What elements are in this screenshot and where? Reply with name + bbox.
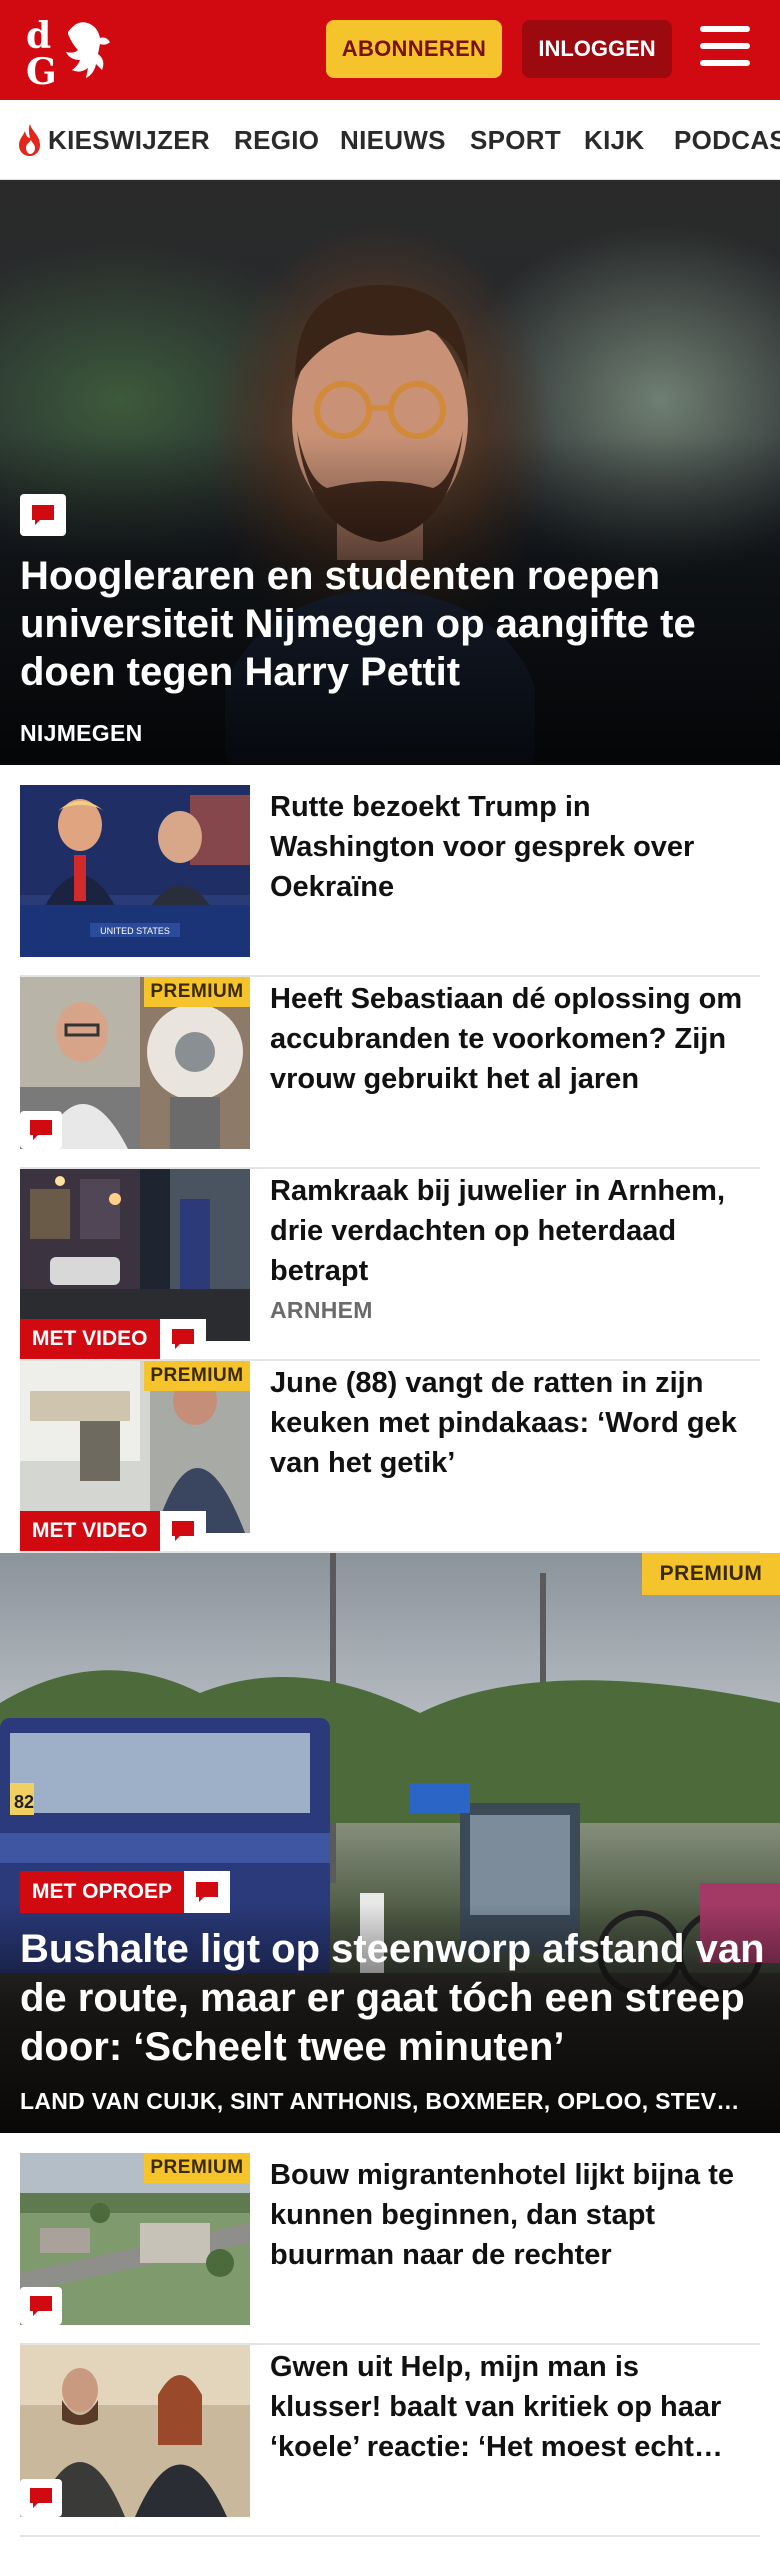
article-thumbnail: UNITED STATES [20, 785, 250, 957]
oproep-badge: MET OPROEP [20, 1871, 231, 1913]
article-headline[interactable]: Gwen uit Help, mijn man is klusser! baal… [270, 2347, 750, 2467]
comment-icon [159, 1319, 206, 1359]
nav-item-nieuws[interactable]: NIEUWS [340, 100, 446, 179]
article-headline[interactable]: June (88) vangt de ratten in zijn keuken… [270, 1363, 750, 1483]
logo-mark-icon: d G [26, 15, 110, 93]
comment-icon [184, 1871, 231, 1913]
svg-text:G: G [26, 51, 57, 88]
list-item[interactable]: Gwen uit Help, mijn man is klusser! baal… [20, 2345, 760, 2537]
video-label: MET VIDEO [20, 1319, 160, 1359]
feature-article[interactable]: 82 PREMIUM MET OPROEP Bushalte ligt op s… [0, 1553, 780, 2133]
article-headline[interactable]: Rutte bezoekt Trump in Washington voor g… [270, 787, 750, 907]
flame-icon [19, 124, 40, 156]
nav-item-kijk[interactable]: KIJK [584, 100, 644, 179]
logo[interactable]: d G [24, 12, 120, 93]
premium-badge: PREMIUM [144, 1361, 250, 1391]
comment-icon [159, 1511, 206, 1551]
list-item[interactable]: PREMIUM Bouw migrantenhotel lijkt bijna … [20, 2153, 760, 2345]
list-item[interactable]: MET VIDEO Ramkraak bij juwelier in Arnhe… [20, 1169, 760, 1361]
nav-item-podcast[interactable]: PODCAS [674, 100, 780, 179]
article-headline[interactable]: Bouw migrantenhotel lijkt bijna te kunne… [270, 2155, 750, 2275]
main-nav: KIESWIJZER REGIO NIEUWS SPORT KIJK PODCA… [0, 100, 780, 180]
premium-badge: PREMIUM [144, 977, 250, 1007]
nav-label: KIESWIJZER [48, 124, 210, 155]
login-button[interactable]: INLOGGEN [522, 20, 672, 78]
feature-headline[interactable]: Bushalte ligt op steenworp afstand van d… [20, 1925, 770, 2072]
list-item[interactable]: PREMIUM Heeft Sebastiaan dé oplossing om… [20, 977, 760, 1169]
video-badge: MET VIDEO [20, 1511, 206, 1551]
nav-item-regio[interactable]: REGIO [234, 100, 319, 179]
top-bar: d G ABONNEREN INLOGGEN [0, 0, 780, 100]
comment-icon [20, 2479, 62, 2517]
video-badge: MET VIDEO [20, 1319, 206, 1359]
hero-headline[interactable]: Hoogleraren en studenten roepen universi… [20, 552, 740, 696]
comment-icon [20, 1111, 62, 1149]
article-location-tag: ARNHEM [270, 1297, 373, 1323]
nav-item-kieswijzer[interactable]: KIESWIJZER [16, 100, 210, 179]
nav-item-sport[interactable]: SPORT [470, 100, 561, 179]
comment-icon [20, 494, 66, 536]
subscribe-button[interactable]: ABONNEREN [326, 20, 502, 78]
article-headline[interactable]: Heeft Sebastiaan dé oplossing om accubra… [270, 979, 750, 1099]
svg-text:UNITED STATES: UNITED STATES [100, 926, 170, 936]
premium-badge: PREMIUM [642, 1553, 780, 1595]
feature-location-tag: LAND VAN CUIJK, SINT ANTHONIS, BOXMEER, … [20, 2088, 740, 2114]
list-item[interactable]: PREMIUM MET VIDEO June (88) vangt de rat… [20, 1361, 760, 1553]
article-headline[interactable]: Ramkraak bij juwelier in Arnhem, drie ve… [270, 1171, 750, 1291]
list-item[interactable]: UNITED STATES Rutte bezoekt Trump in Was… [20, 785, 760, 977]
hero-location-tag: NIJMEGEN [20, 720, 143, 746]
bus-number: 82 [14, 1792, 34, 1812]
comment-icon [20, 2287, 62, 2325]
hero-article[interactable]: Hoogleraren en studenten roepen universi… [0, 180, 780, 765]
premium-badge: PREMIUM [144, 2153, 250, 2183]
oproep-label: MET OPROEP [20, 1871, 185, 1913]
video-label: MET VIDEO [20, 1511, 160, 1551]
article-thumbnail [20, 1169, 250, 1341]
hamburger-menu-icon[interactable] [700, 26, 752, 72]
